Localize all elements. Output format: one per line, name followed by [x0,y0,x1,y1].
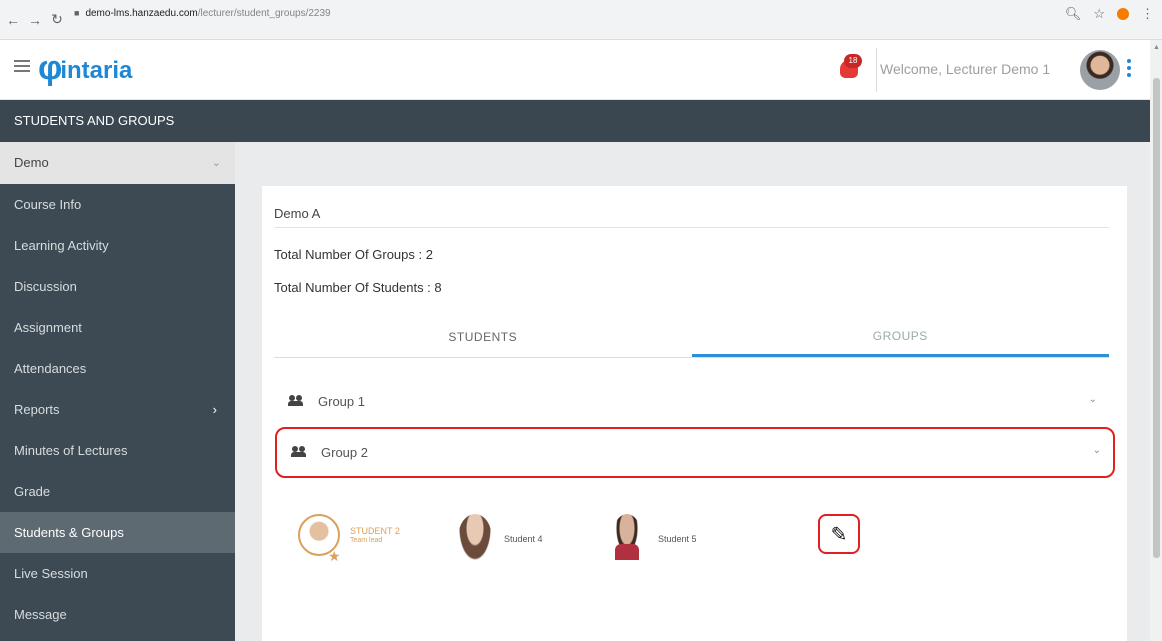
pencil-icon: ✎ [830,523,848,546]
chevron-down-icon[interactable]: ⌄ [1093,445,1101,456]
group-row-1[interactable]: Group 1 ⌄ [274,378,1109,427]
chevron-down-icon[interactable]: ⌄ [1089,394,1097,405]
group-label: Group 2 [321,445,368,460]
extension-icon[interactable] [1117,8,1129,20]
member-role: Team lead [350,537,383,544]
sidebar-item-label: Reports [14,402,60,417]
sidebar-item-message[interactable]: Message [0,594,235,635]
user-menu-icon[interactable] [1127,59,1131,79]
tab-bar: STUDENTS GROUPS [274,317,1109,358]
reload-icon[interactable]: ↻ [48,11,66,28]
sidebar-item-grade[interactable]: Grade [0,471,235,512]
logo[interactable]: φ intaria [38,50,132,86]
member-avatar [458,514,492,562]
course-selector-label: Demo [14,155,49,170]
scroll-up-icon[interactable]: ▲ [1153,44,1160,51]
total-groups: Total Number Of Groups : 2 [274,247,433,262]
chevron-right-icon: › [212,402,217,417]
sidebar-item-attendances[interactable]: Attendances [0,348,235,389]
sidebar-item-reports[interactable]: Reports › [0,389,235,430]
total-students: Total Number Of Students : 8 [274,280,442,295]
welcome-text: Welcome, Lecturer Demo 1 [880,61,1051,77]
back-arrow-icon[interactable]: ← [4,12,22,28]
course-selector[interactable]: Demo ⌄ [0,142,235,184]
header-divider [876,48,877,92]
member-name: Student 4 [504,534,543,544]
groups-card: Demo A Total Number Of Groups : 2 Total … [262,186,1127,641]
sidebar-item-discussion[interactable]: Discussion [0,266,235,307]
group-icon [288,395,304,407]
tab-students[interactable]: STUDENTS [274,317,692,357]
group-icon [291,446,307,458]
browser-menu-icon[interactable]: ⋮ [1141,6,1154,22]
logo-text: intaria [60,57,133,84]
browser-toolbar: ← → ↻ ■ demo-lms.hanzaedu.com /lecturer/… [0,0,1162,40]
bookmark-star-icon[interactable]: ☆ [1093,6,1105,22]
url-host: demo-lms.hanzaedu.com [85,7,198,19]
sidebar-item-live-session[interactable]: Live Session [0,553,235,594]
address-bar[interactable]: ■ demo-lms.hanzaedu.com /lecturer/studen… [74,2,1074,24]
sidebar-item-students-groups[interactable]: Students & Groups [0,512,235,553]
edit-group-button[interactable]: ✎ [818,514,860,554]
page-scrollbar[interactable]: ▲ [1150,40,1162,641]
group-label: Group 1 [318,394,365,409]
star-icon: ★ [328,548,341,564]
sidebar-item-learning-activity[interactable]: Learning Activity [0,225,235,266]
sidebar-item-minutes-of-lectures[interactable]: Minutes of Lectures [0,430,235,471]
notification-badge: 18 [844,54,862,68]
scroll-thumb[interactable] [1153,78,1160,558]
sidebar-item-assignment[interactable]: Assignment [0,307,235,348]
chevron-down-icon: ⌄ [211,157,221,169]
course-name: Demo A [274,206,321,221]
zoom-icon[interactable]: 🔍︎ [1065,6,1082,22]
logo-mark-icon: φ [38,49,63,87]
member-name: STUDENT 2 [350,526,400,536]
notification-button[interactable]: 18 [836,52,862,82]
app-header: φ intaria 18 Welcome, Lecturer Demo 1 [0,40,1150,100]
section-banner: STUDENTS AND GROUPS [0,100,1150,142]
lock-icon: ■ [74,8,80,18]
member-name: Student 5 [658,534,697,544]
forward-arrow-icon[interactable]: → [26,12,44,28]
divider [274,227,1109,228]
url-path: /lecturer/student_groups/2239 [197,7,331,19]
hamburger-menu-icon[interactable] [14,60,30,72]
tab-groups[interactable]: GROUPS [691,317,1109,357]
sidebar: Demo ⌄ Course Info Learning Activity Dis… [0,142,235,641]
group-row-2[interactable]: Group 2 ⌄ [275,427,1115,478]
user-avatar[interactable] [1080,50,1120,90]
sidebar-item-course-info[interactable]: Course Info [0,184,235,225]
member-avatar [612,514,642,562]
